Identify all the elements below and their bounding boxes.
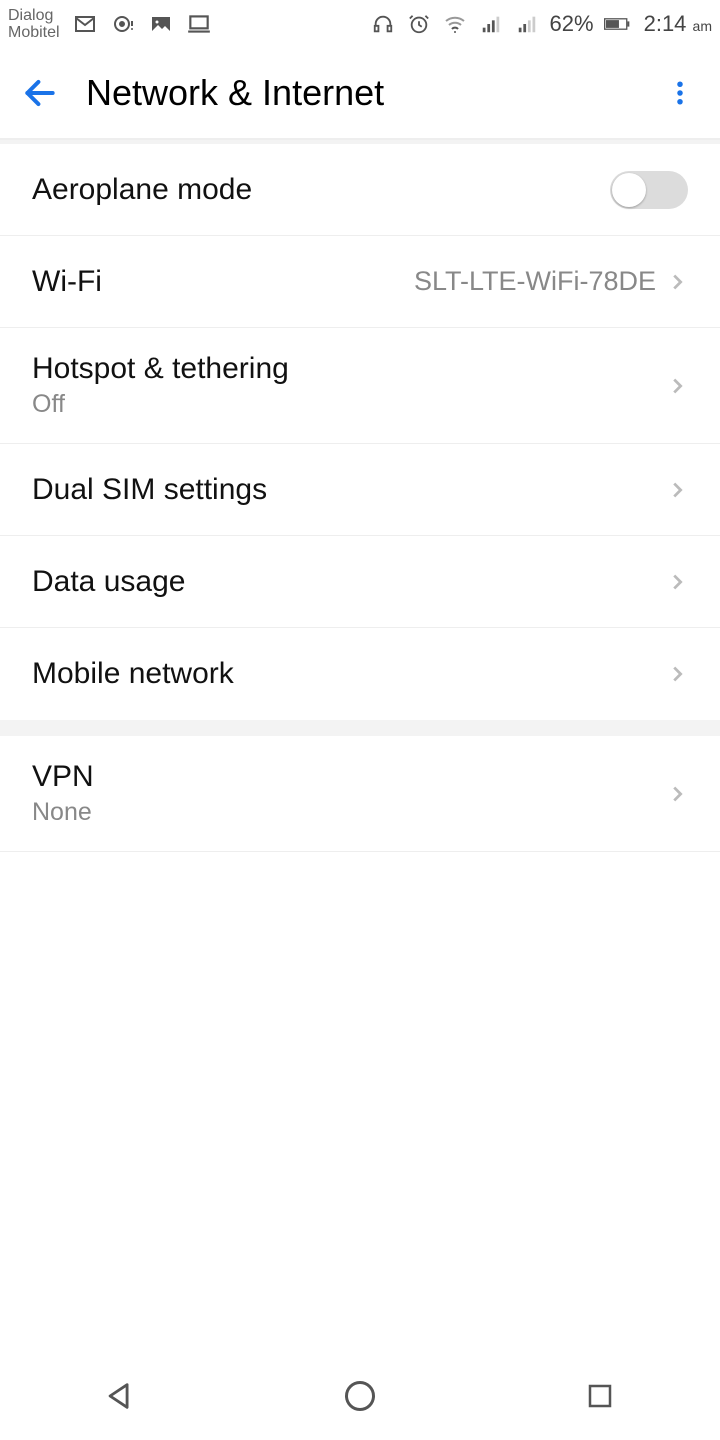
item-title: VPN: [32, 760, 666, 794]
app-bar: Network & Internet: [0, 48, 720, 140]
chevron-right-icon: [666, 783, 688, 805]
item-title: Wi-Fi: [32, 265, 414, 299]
nav-recent-button[interactable]: [580, 1376, 620, 1416]
item-dual-sim[interactable]: Dual SIM settings: [0, 444, 720, 536]
clock-time: 2:14 am: [644, 11, 712, 37]
wifi-icon: [442, 11, 468, 37]
chevron-right-icon: [666, 479, 688, 501]
laptop-icon: [186, 11, 212, 37]
item-data-usage[interactable]: Data usage: [0, 536, 720, 628]
signal-2-icon: [514, 11, 540, 37]
chevron-right-icon: [666, 271, 688, 293]
item-vpn[interactable]: VPN None: [0, 736, 720, 852]
item-hotspot-tethering[interactable]: Hotspot & tethering Off: [0, 328, 720, 444]
disc-alert-icon: [110, 11, 136, 37]
chevron-right-icon: [666, 375, 688, 397]
item-title: Aeroplane mode: [32, 173, 610, 207]
item-title: Dual SIM settings: [32, 473, 666, 507]
section-divider: [0, 720, 720, 736]
battery-percent: 62%: [550, 11, 594, 37]
alarm-icon: [406, 11, 432, 37]
navigation-bar: [0, 1352, 720, 1440]
nav-home-button[interactable]: [340, 1376, 380, 1416]
item-title: Hotspot & tethering: [32, 352, 666, 386]
item-mobile-network[interactable]: Mobile network: [0, 628, 720, 720]
aeroplane-toggle[interactable]: [610, 171, 688, 209]
item-title: Mobile network: [32, 657, 666, 691]
overflow-menu-button[interactable]: [658, 71, 702, 115]
image-icon: [148, 11, 174, 37]
carrier-label: Dialog Mobitel: [8, 7, 60, 41]
wifi-value: SLT-LTE-WiFi-78DE: [414, 266, 656, 297]
settings-list: Aeroplane mode Wi-Fi SLT-LTE-WiFi-78DE H…: [0, 140, 720, 852]
signal-1-icon: [478, 11, 504, 37]
item-subtitle: Off: [32, 390, 666, 419]
item-wifi[interactable]: Wi-Fi SLT-LTE-WiFi-78DE: [0, 236, 720, 328]
headphones-icon: [370, 11, 396, 37]
battery-icon: [604, 11, 630, 37]
page-title: Network & Internet: [86, 72, 658, 114]
item-title: Data usage: [32, 565, 666, 599]
status-bar: Dialog Mobitel 62%: [0, 0, 720, 48]
nav-back-button[interactable]: [100, 1376, 140, 1416]
chevron-right-icon: [666, 571, 688, 593]
item-aeroplane-mode[interactable]: Aeroplane mode: [0, 144, 720, 236]
back-button[interactable]: [18, 71, 62, 115]
item-subtitle: None: [32, 798, 666, 827]
mail-icon: [72, 11, 98, 37]
chevron-right-icon: [666, 663, 688, 685]
